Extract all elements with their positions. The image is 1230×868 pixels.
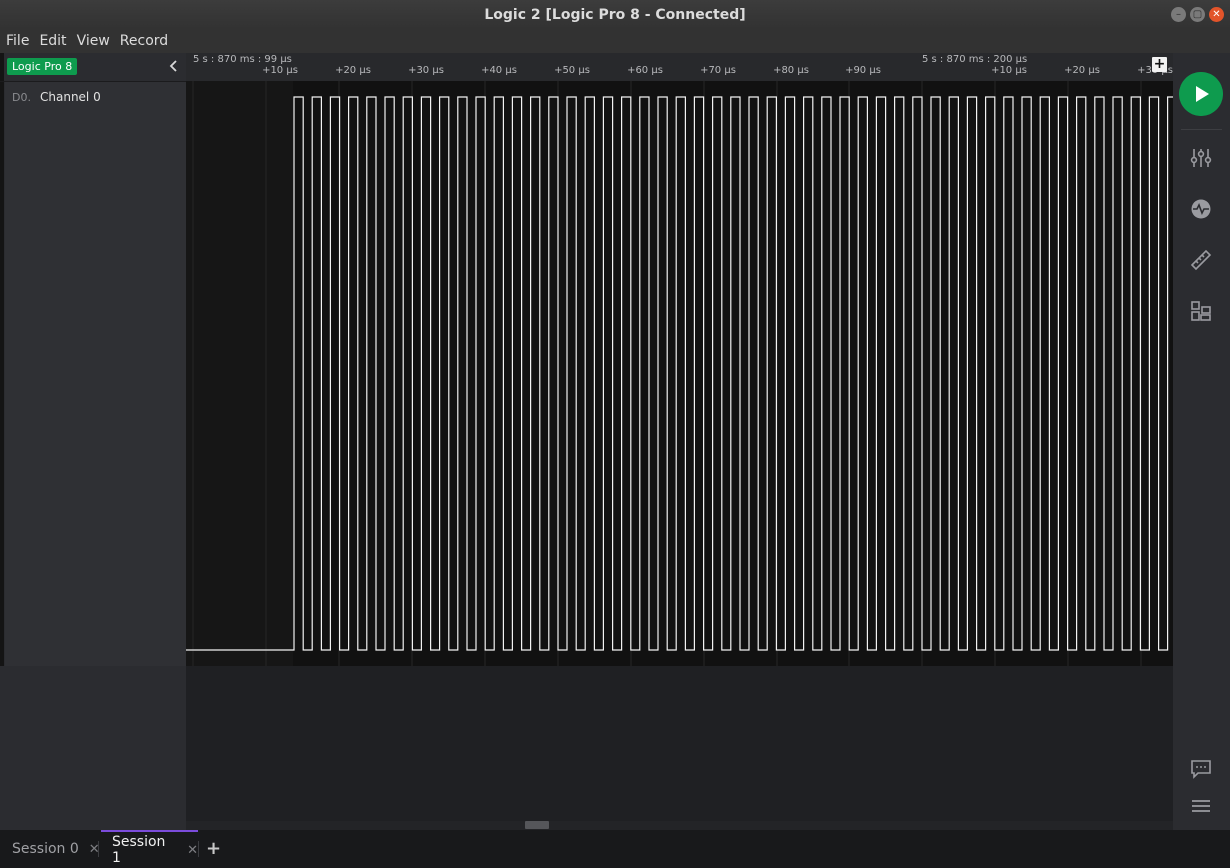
tab-divider xyxy=(198,841,199,857)
channel-row[interactable]: D0. Channel 0 xyxy=(5,82,186,666)
scrollbar-thumb[interactable] xyxy=(525,821,549,829)
minimize-button[interactable]: – xyxy=(1171,7,1186,22)
tab-session-0[interactable]: Session 0 ✕ xyxy=(4,830,100,868)
waveform-area[interactable] xyxy=(186,81,1173,666)
ruler-tick-label: +40 µs xyxy=(481,65,517,76)
ruler-tick-label: +60 µs xyxy=(627,65,663,76)
plus-icon[interactable]: + xyxy=(206,838,221,859)
ruler-tick-label: +20 µs xyxy=(335,65,371,76)
add-timing-marker-button[interactable]: + xyxy=(1152,57,1167,72)
window-title: Logic 2 [Logic Pro 8 - Connected] xyxy=(484,6,746,23)
waveform-analyzer-icon[interactable] xyxy=(1189,197,1213,221)
tab-label: Session 0 xyxy=(12,841,79,857)
ruler-absolute-time: 5 s : 870 ms : 200 µs xyxy=(922,54,1028,65)
tab-session-1[interactable]: Session 1 ✕ xyxy=(101,830,198,868)
time-ruler[interactable]: 5 s : 870 ms : 99 µs 5 s : 870 ms : 200 … xyxy=(186,53,1173,81)
menu-bar: File Edit View Record xyxy=(0,29,1230,53)
session-tab-bar: Session 0 ✕ Session 1 ✕ xyxy=(0,830,1230,868)
ruler-tick-label: +70 µs xyxy=(700,65,736,76)
menu-file[interactable]: File xyxy=(6,33,29,49)
sidebar-edge xyxy=(0,53,4,666)
sidebar-lower-area xyxy=(0,666,186,830)
ruler-absolute-time: 5 s : 870 ms : 99 µs xyxy=(193,54,292,65)
ruler-tick-label: +80 µs xyxy=(773,65,809,76)
horizontal-scrollbar[interactable] xyxy=(186,821,1173,830)
analyzer-area xyxy=(186,666,1173,821)
device-badge[interactable]: Logic Pro 8 xyxy=(7,58,78,75)
menu-edit[interactable]: Edit xyxy=(39,33,66,49)
ruler-tick-label: +30 µs xyxy=(408,65,444,76)
ruler-tick-label: +10 µs xyxy=(991,65,1027,76)
toolbar-divider xyxy=(1181,129,1222,130)
menu-view[interactable]: View xyxy=(77,33,110,49)
tab-label: Session 1 xyxy=(112,834,166,866)
close-tab-icon[interactable]: ✕ xyxy=(187,843,198,858)
channel-id: D0. xyxy=(12,91,31,104)
close-button[interactable]: ✕ xyxy=(1209,7,1224,22)
play-icon[interactable] xyxy=(1179,72,1223,116)
menu-record[interactable]: Record xyxy=(120,33,168,49)
hamburger-menu-icon[interactable] xyxy=(1189,794,1213,818)
ruler-icon[interactable] xyxy=(1189,248,1213,272)
right-toolbar xyxy=(1173,53,1230,830)
maximize-button[interactable]: ▢ xyxy=(1190,7,1205,22)
channel-0-waveform xyxy=(186,81,1173,666)
device-header: Logic Pro 8 xyxy=(0,53,186,82)
chevron-left-icon[interactable] xyxy=(166,57,182,75)
sliders-icon[interactable] xyxy=(1189,146,1213,170)
ruler-tick-label: +20 µs xyxy=(1064,65,1100,76)
title-bar: Logic 2 [Logic Pro 8 - Connected] – ▢ ✕ xyxy=(0,0,1230,29)
ruler-tick-label: +50 µs xyxy=(554,65,590,76)
channel-sidebar: Logic Pro 8 D0. Channel 0 xyxy=(0,53,186,666)
chat-icon[interactable] xyxy=(1189,757,1213,781)
extensions-icon[interactable] xyxy=(1189,299,1213,323)
ruler-tick-label: +90 µs xyxy=(845,65,881,76)
channel-name[interactable]: Channel 0 xyxy=(40,90,101,104)
tab-divider xyxy=(98,841,99,857)
ruler-tick-label: +10 µs xyxy=(262,65,298,76)
